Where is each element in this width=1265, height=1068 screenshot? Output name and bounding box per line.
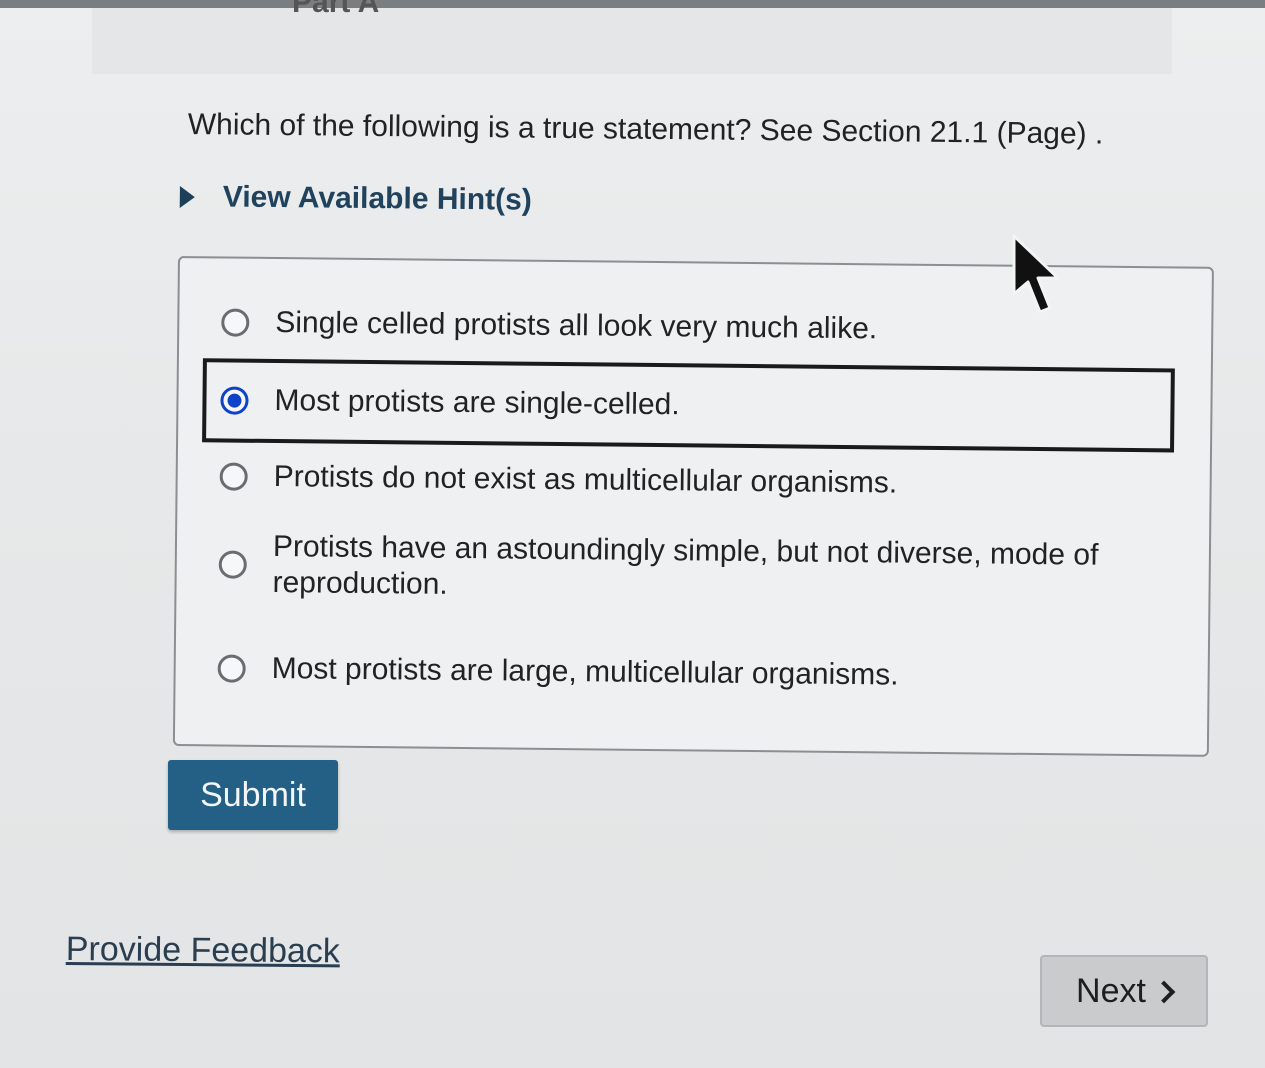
radio-button[interactable] [218, 550, 247, 579]
radio-button[interactable] [217, 654, 246, 683]
triangle-right-icon [179, 185, 195, 209]
chevron-right-icon [1152, 980, 1176, 1004]
view-hints-label: View Available Hint(s) [222, 180, 532, 217]
option-4[interactable]: Protists have an astoundingly simple, bu… [218, 528, 1119, 609]
option-2[interactable]: Most protists are single-celled. [202, 358, 1175, 453]
part-title: Part A [292, 0, 380, 19]
option-label: Most protists are large, multicellular o… [271, 652, 899, 692]
option-label: Single celled protists all look very muc… [275, 306, 878, 346]
part-header: Part A [92, 0, 1172, 74]
submit-button[interactable]: Submit [168, 760, 338, 830]
next-label: Next [1076, 971, 1146, 1010]
radio-button[interactable] [221, 308, 250, 337]
answer-options: Single celled protists all look very muc… [172, 256, 1214, 757]
question-text: Which of the following is a true stateme… [187, 108, 1104, 151]
option-3[interactable]: Protists do not exist as multicellular o… [219, 458, 898, 501]
provide-feedback-link[interactable]: Provide Feedback [66, 930, 340, 971]
mouse-pointer-icon [1012, 234, 1060, 314]
option-label: Most protists are single-celled. [274, 384, 680, 422]
radio-button-selected[interactable] [220, 386, 249, 415]
option-label: Protists have an astoundingly simple, bu… [272, 530, 1099, 601]
next-button[interactable]: Next [1040, 955, 1208, 1027]
top-strip [0, 0, 1265, 8]
view-hints-toggle[interactable]: View Available Hint(s) [179, 180, 532, 218]
option-1[interactable]: Single celled protists all look very muc… [221, 304, 877, 347]
radio-button[interactable] [219, 462, 248, 491]
option-label: Protists do not exist as multicellular o… [273, 460, 898, 500]
option-5[interactable]: Most protists are large, multicellular o… [217, 650, 899, 693]
